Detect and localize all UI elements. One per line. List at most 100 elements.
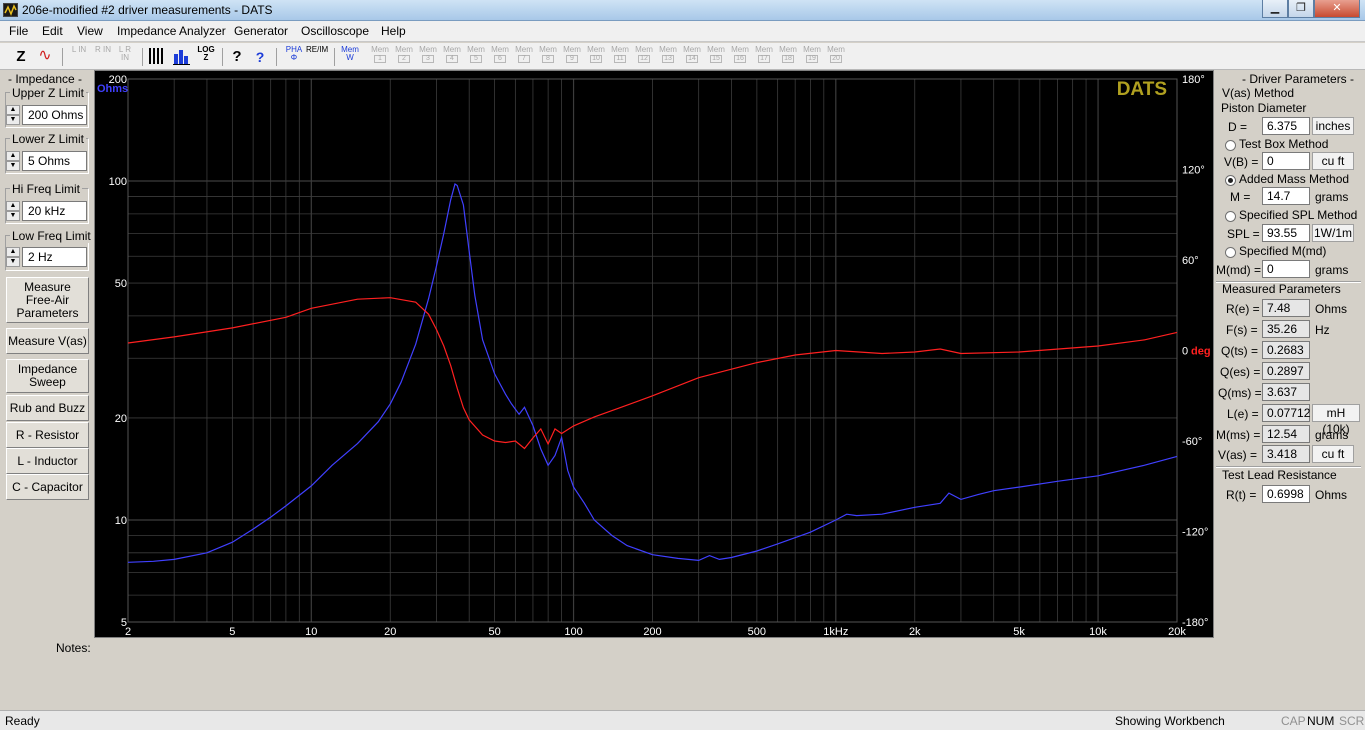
driver-params-heading: - Driver Parameters - [1242, 72, 1355, 86]
toolbar: Z ∿ L IN R IN L R IN LOG Z ? ? PHA Φ RE/… [0, 43, 1365, 70]
memory-slot-17-button[interactable]: Mem 17 [754, 46, 774, 68]
specified-spl-radio[interactable] [1225, 211, 1236, 222]
spin-up-icon[interactable]: ▲ [6, 105, 20, 115]
memory-slot-11-button[interactable]: Mem 11 [610, 46, 630, 68]
memory-slot-10-button[interactable]: Mem 10 [586, 46, 606, 68]
spl-unit-button[interactable]: 1W/1m [1312, 224, 1354, 242]
vb-input[interactable]: 0 [1262, 152, 1310, 170]
memory-slot-number: 13 [662, 55, 674, 63]
memory-slot-1-button[interactable]: Mem 1 [370, 46, 390, 68]
maximize-button[interactable]: ❐ [1288, 0, 1314, 18]
test-box-radio[interactable] [1225, 140, 1236, 151]
vas-unit-button[interactable]: cu ft [1312, 445, 1354, 463]
spin-up-icon[interactable]: ▲ [6, 201, 20, 211]
close-button[interactable]: ✕ [1314, 0, 1360, 18]
impedance-phase-chart[interactable]: 2 5 10 20 50 100 200 500 1kHz 2k 5k 10k 20k 200 100 50 2… [94, 70, 1214, 638]
right-tick-label: -60° [1182, 436, 1202, 448]
menu-file[interactable]: File [9, 24, 28, 38]
lrin-button[interactable]: L R IN [116, 46, 134, 68]
hi-freq-label: Hi Freq Limit [10, 182, 83, 196]
memory-slot-number: 7 [518, 55, 530, 63]
lower-z-input[interactable]: 5 Ohms [22, 151, 87, 171]
re-im-button[interactable]: RE/IM [306, 46, 328, 68]
z-button[interactable]: Z [12, 46, 30, 68]
mms-value: 12.54 [1262, 425, 1310, 443]
context-help-icon[interactable]: ? [252, 46, 268, 68]
memory-slot-9-button[interactable]: Mem 9 [562, 46, 582, 68]
memory-slot-15-button[interactable]: Mem 15 [706, 46, 726, 68]
memory-slot-13-button[interactable]: Mem 13 [658, 46, 678, 68]
added-mass-radio[interactable] [1225, 175, 1236, 186]
histogram-icon[interactable] [172, 46, 192, 68]
log-z-button[interactable]: LOG Z [196, 46, 216, 68]
upper-z-input[interactable]: 200 Ohms [22, 105, 87, 125]
memory-slot-12-button[interactable]: Mem 12 [634, 46, 654, 68]
menu-help[interactable]: Help [381, 24, 406, 38]
spin-down-icon[interactable]: ▼ [6, 115, 20, 125]
memory-slot-3-button[interactable]: Mem 3 [418, 46, 438, 68]
re-value: 7.48 [1262, 299, 1310, 317]
bars-icon[interactable] [148, 46, 166, 68]
hi-freq-spinner[interactable]: ▲ ▼ 20 kHz [6, 201, 87, 221]
memory-slot-label: Mem [539, 45, 557, 54]
rin-button[interactable]: R IN [94, 46, 112, 68]
left-tick-label: 100 [109, 176, 127, 188]
low-freq-input[interactable]: 2 Hz [22, 247, 87, 267]
m-label: M = [1230, 190, 1251, 204]
memory-slot-20-button[interactable]: Mem 20 [826, 46, 846, 68]
rub-and-buzz-button[interactable]: Rub and Buzz [6, 395, 89, 421]
memory-slot-7-button[interactable]: Mem 7 [514, 46, 534, 68]
specified-mmd-radio[interactable] [1225, 247, 1236, 258]
vb-unit-button[interactable]: cu ft [1312, 152, 1354, 170]
spl-input[interactable]: 93.55 [1262, 224, 1310, 242]
memory-slot-number: 6 [494, 55, 506, 63]
sine-wave-icon[interactable]: ∿ [34, 46, 56, 68]
minimize-button[interactable]: ▁ [1262, 0, 1288, 18]
memory-slot-19-button[interactable]: Mem 19 [802, 46, 822, 68]
memory-slot-18-button[interactable]: Mem 18 [778, 46, 798, 68]
phase-button[interactable]: PHA Φ [284, 46, 304, 68]
upper-z-spinner[interactable]: ▲ ▼ 200 Ohms [6, 105, 87, 125]
spin-down-icon[interactable]: ▼ [6, 211, 20, 221]
measure-vas-button[interactable]: Measure V(as) [6, 328, 89, 354]
hi-freq-input[interactable]: 20 kHz [22, 201, 87, 221]
question-icon[interactable]: ? [230, 46, 244, 68]
capacitor-button[interactable]: C - Capacitor [6, 474, 89, 500]
menu-view[interactable]: View [77, 24, 103, 38]
spin-down-icon[interactable]: ▼ [6, 257, 20, 267]
m-input[interactable]: 14.7 [1262, 187, 1310, 205]
lower-z-spinner[interactable]: ▲ ▼ 5 Ohms [6, 151, 87, 171]
menu-impedance-analyzer[interactable]: Impedance Analyzer [117, 24, 226, 38]
menu-generator[interactable]: Generator [234, 24, 288, 38]
inductor-button[interactable]: L - Inductor [6, 448, 89, 474]
lin-button[interactable]: L IN [70, 46, 88, 68]
memory-slot-6-button[interactable]: Mem 6 [490, 46, 510, 68]
mmd-input[interactable]: 0 [1262, 260, 1310, 278]
x-tick-label: 100 [564, 626, 582, 637]
vb-label: V(B) = [1224, 155, 1259, 169]
d-unit-button[interactable]: inches [1312, 117, 1354, 135]
d-input[interactable]: 6.375 [1262, 117, 1310, 135]
rt-input[interactable]: 0.6998 [1262, 485, 1310, 503]
status-text: Ready [5, 714, 40, 728]
memory-slot-5-button[interactable]: Mem 5 [466, 46, 486, 68]
workbench-status: Showing Workbench [1115, 714, 1225, 728]
impedance-sweep-button[interactable]: Impedance Sweep [6, 359, 89, 393]
low-freq-spinner[interactable]: ▲ ▼ 2 Hz [6, 247, 87, 267]
resistor-button[interactable]: R - Resistor [6, 422, 89, 448]
measure-free-air-button[interactable]: Measure Free-Air Parameters [6, 277, 89, 323]
memory-slot-4-button[interactable]: Mem 4 [442, 46, 462, 68]
menu-edit[interactable]: Edit [42, 24, 63, 38]
memory-slot-14-button[interactable]: Mem 14 [682, 46, 702, 68]
memory-write-button[interactable]: Mem W [340, 46, 360, 68]
memory-slot-16-button[interactable]: Mem 16 [730, 46, 750, 68]
spin-down-icon[interactable]: ▼ [6, 161, 20, 171]
memory-slot-8-button[interactable]: Mem 8 [538, 46, 558, 68]
le-unit-button[interactable]: mH (10k) [1312, 404, 1360, 436]
qes-value: 0.2897 [1262, 362, 1310, 380]
menu-oscilloscope[interactable]: Oscilloscope [301, 24, 369, 38]
memory-slot-2-button[interactable]: Mem 2 [394, 46, 414, 68]
spin-up-icon[interactable]: ▲ [6, 247, 20, 257]
memory-slot-number: 5 [470, 55, 482, 63]
spin-up-icon[interactable]: ▲ [6, 151, 20, 161]
